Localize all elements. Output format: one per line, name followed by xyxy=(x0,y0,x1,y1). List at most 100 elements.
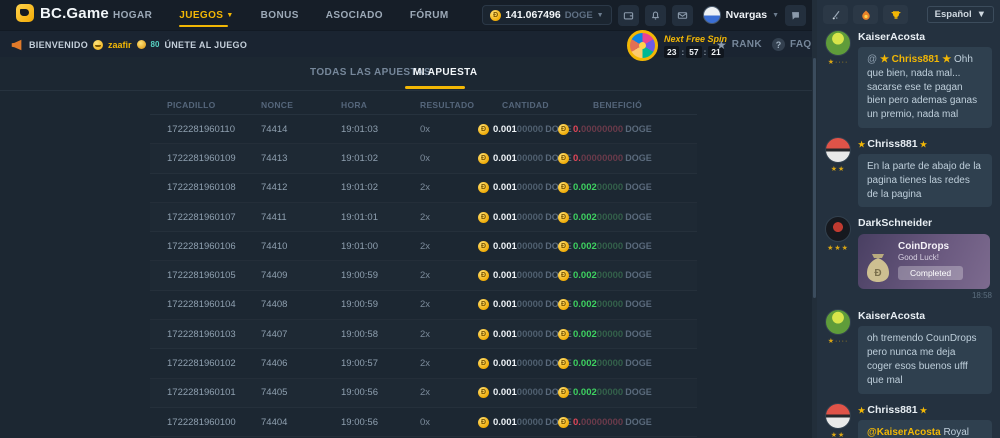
table-row[interactable]: 1722281960102 74406 19:00:57 2x Ð 0.0010… xyxy=(150,349,697,378)
bet-time: 19:01:03 xyxy=(341,124,420,135)
bell-icon xyxy=(650,10,661,21)
chat-message: ★★★ Chriss881 ★En la parte de abajo de l… xyxy=(825,137,992,207)
bet-time: 19:00:56 xyxy=(341,387,420,398)
username: Nvargas xyxy=(726,9,767,21)
avatar[interactable] xyxy=(825,309,851,335)
doge-coin-icon: Ð xyxy=(478,270,489,281)
doge-coin-icon: Ð xyxy=(558,212,569,223)
doge-coin-icon: Ð xyxy=(558,124,569,135)
coindrop-button[interactable] xyxy=(823,5,848,24)
fireball-button[interactable] xyxy=(853,5,878,24)
welcome-username[interactable]: zaafir xyxy=(108,40,132,50)
nav-item-hogar[interactable]: HOGAR xyxy=(113,0,152,30)
chat-scrollbar[interactable] xyxy=(812,0,817,438)
doge-coin-icon: Ð xyxy=(478,329,489,340)
rank-button[interactable]: ★ RANK xyxy=(716,31,762,58)
doge-coin-icon: Ð xyxy=(478,241,489,252)
bet-hash: 1722281960105 xyxy=(167,270,261,281)
col-hora: HORA xyxy=(341,100,420,110)
table-row[interactable]: 1722281960110 74414 19:01:03 0x Ð 0.0010… xyxy=(150,115,697,144)
bet-amount: Ð 0.00100000DOGE xyxy=(478,124,558,135)
bet-result: 2x xyxy=(420,387,478,398)
bet-time: 19:00:58 xyxy=(341,329,420,340)
table-row[interactable]: 1722281960108 74412 19:01:02 2x Ð 0.0010… xyxy=(150,174,697,203)
chat-header: Español ▼ xyxy=(817,0,1000,28)
table-row[interactable]: 1722281960104 74408 19:00:59 2x Ð 0.0010… xyxy=(150,291,697,320)
star-icon: ★ xyxy=(716,38,727,52)
nav-item-forum[interactable]: FÓRUM xyxy=(410,0,449,30)
inbox-button[interactable] xyxy=(672,5,693,26)
doge-coin-icon: Ð xyxy=(558,387,569,398)
doge-coin-icon: Ð xyxy=(478,417,489,428)
nav-item-juegos[interactable]: JUEGOS▼ xyxy=(179,0,233,30)
table-row[interactable]: 1722281960107 74411 19:01:01 2x Ð 0.0010… xyxy=(150,203,697,232)
bet-hash: 1722281960102 xyxy=(167,358,261,369)
doge-coin-icon: Ð xyxy=(478,358,489,369)
mention[interactable]: @KaiserAcosta xyxy=(867,427,943,438)
bet-profit: Ð 0.00200000DOGE xyxy=(558,212,697,223)
doge-coin-icon: Ð xyxy=(490,10,501,21)
language-label: Español xyxy=(935,9,972,20)
logo-text: BC.Game xyxy=(40,5,109,22)
bet-nonce: 74409 xyxy=(261,270,341,281)
table-row[interactable]: 1722281960101 74405 19:00:56 2x Ð 0.0010… xyxy=(150,379,697,408)
money-bag-icon: Ð xyxy=(865,253,891,283)
user-menu[interactable]: Nvargas ▼ xyxy=(703,6,779,24)
table-row[interactable]: 1722281960106 74410 19:01:00 2x Ð 0.0010… xyxy=(150,232,697,261)
user-rating: ★★ xyxy=(831,431,846,438)
avatar-column: ★···· xyxy=(825,30,851,128)
avatar[interactable] xyxy=(825,137,851,163)
doge-coin-icon: Ð xyxy=(478,153,489,164)
bet-nonce: 74408 xyxy=(261,299,341,310)
avatar[interactable] xyxy=(825,216,851,242)
message-body: KaiserAcosta@ ★ Chriss881 ★ Ohh que bien… xyxy=(858,30,992,128)
svg-text:Ð: Ð xyxy=(874,268,881,279)
completed-button[interactable]: Completed xyxy=(898,266,963,280)
bet-amount: Ð 0.00100000DOGE xyxy=(478,387,558,398)
chat-message-list: ★···· KaiserAcosta@ ★ Chriss881 ★ Ohh que… xyxy=(817,28,1000,438)
doge-coin-icon: Ð xyxy=(478,212,489,223)
chat-username[interactable]: ★ Chriss881 ★ xyxy=(858,138,992,150)
table-row[interactable]: 1722281960103 74407 19:00:58 2x Ð 0.0010… xyxy=(150,320,697,349)
bcgame-logo[interactable]: BC.Game xyxy=(16,4,109,22)
bet-hash: 1722281960109 xyxy=(167,153,261,164)
medal-icon xyxy=(137,40,146,49)
balance-selector[interactable]: Ð 141.067496 DOGE ▼ xyxy=(482,5,611,25)
faq-button[interactable]: ? FAQ xyxy=(772,31,811,58)
language-selector[interactable]: Español ▼ xyxy=(927,6,994,23)
table-row[interactable]: 1722281960100 74404 19:00:56 0x Ð 0.0010… xyxy=(150,408,697,437)
wallet-button[interactable] xyxy=(618,5,639,26)
col-cantidad: CANTIDAD xyxy=(478,100,558,110)
notifications-button[interactable] xyxy=(645,5,666,26)
bet-result: 2x xyxy=(420,241,478,252)
trophy-button[interactable] xyxy=(883,5,908,24)
mention[interactable]: ★ Chriss881 ★ xyxy=(880,54,954,65)
top-navigation-bar: BC.Game HOGAR JUEGOS▼ BONUS ASOCIADO FÓR… xyxy=(0,0,812,30)
avatar[interactable] xyxy=(825,403,851,429)
emoji-icon xyxy=(93,40,103,50)
main-content: BC.Game HOGAR JUEGOS▼ BONUS ASOCIADO FÓR… xyxy=(0,0,812,438)
table-row[interactable]: 1722281960105 74409 19:00:59 2x Ð 0.0010… xyxy=(150,261,697,290)
chat-username[interactable]: ★ Chriss881 ★ xyxy=(858,404,992,416)
bet-amount: Ð 0.00100000DOGE xyxy=(478,212,558,223)
chat-username[interactable]: KaiserAcosta xyxy=(858,310,992,322)
tab-my-bets[interactable]: MI APUESTA xyxy=(413,67,478,78)
trophy-icon xyxy=(890,9,902,21)
bet-profit: Ð 0.00000000DOGE xyxy=(558,124,697,135)
card-subtitle: Good Luck! xyxy=(898,253,982,262)
nav-item-asociado[interactable]: ASOCIADO xyxy=(326,0,383,30)
bet-result: 2x xyxy=(420,329,478,340)
chat-username[interactable]: DarkSchneider xyxy=(858,217,992,229)
bet-result: 0x xyxy=(420,153,478,164)
chat-bubble: @KaiserAcosta Royal flush es que el móvi… xyxy=(858,420,992,438)
col-nonce: NONCE xyxy=(261,100,341,110)
chat-toggle-button[interactable] xyxy=(785,5,806,26)
chat-username[interactable]: KaiserAcosta xyxy=(858,31,992,43)
nav-item-bonus[interactable]: BONUS xyxy=(261,0,299,30)
fireball-icon xyxy=(860,9,872,21)
scrollbar-thumb[interactable] xyxy=(813,58,816,298)
table-row[interactable]: 1722281960109 74413 19:01:02 0x Ð 0.0010… xyxy=(150,144,697,173)
avatar[interactable] xyxy=(825,30,851,56)
doge-coin-icon: Ð xyxy=(478,124,489,135)
bet-profit: Ð 0.00000000DOGE xyxy=(558,417,697,428)
